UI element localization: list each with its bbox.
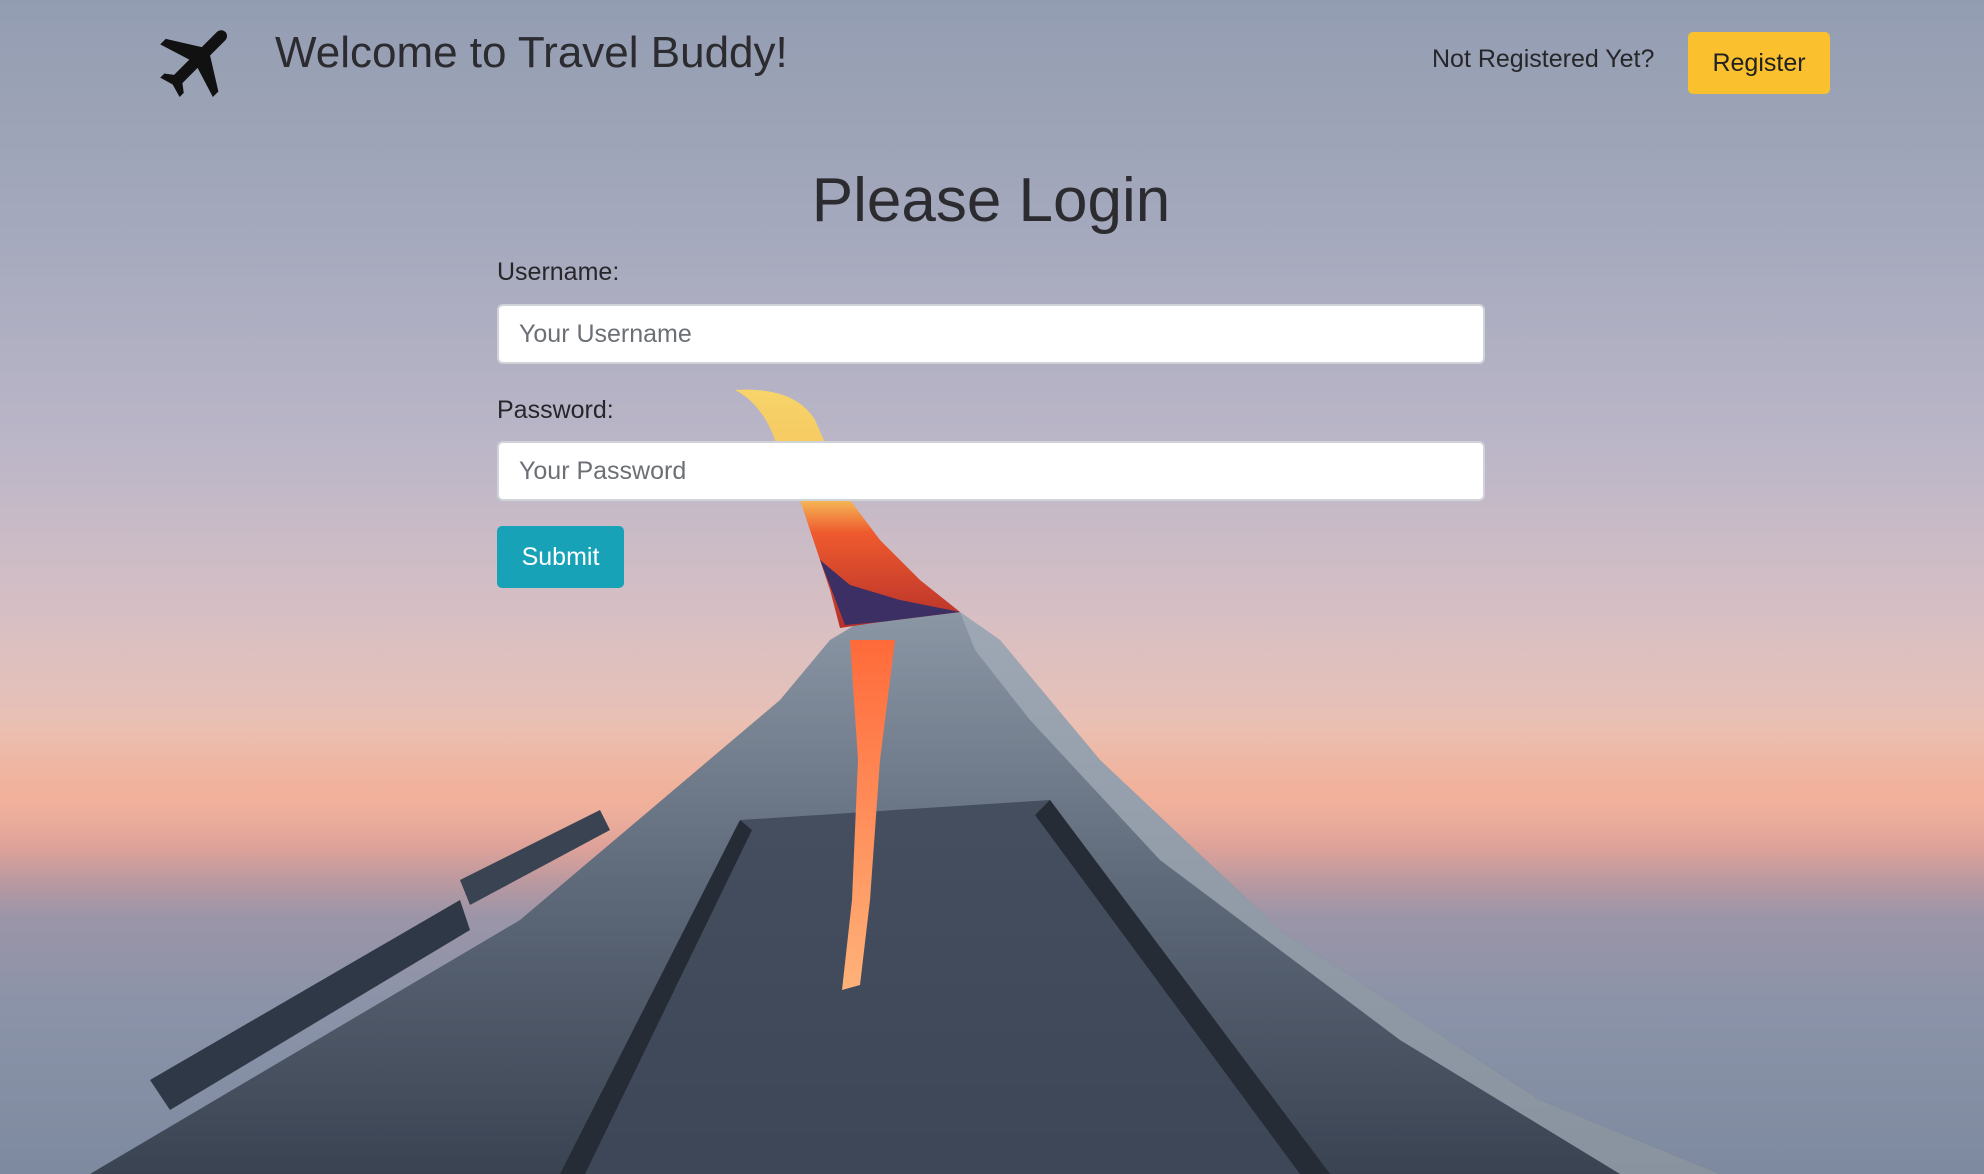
register-button[interactable]: Register <box>1688 32 1830 94</box>
airplane-icon <box>160 30 228 98</box>
login-page: Welcome to Travel Buddy! Not Registered … <box>0 0 1984 1174</box>
username-input[interactable] <box>497 304 1485 364</box>
password-label: Password: <box>497 396 614 424</box>
not-registered-text: Not Registered Yet? <box>1432 45 1655 73</box>
login-title-text: Please Login <box>811 166 1171 235</box>
submit-button[interactable]: Submit <box>497 526 624 588</box>
username-label: Username: <box>497 258 620 286</box>
site-title: Welcome to Travel Buddy! <box>275 28 788 77</box>
site-header: Welcome to Travel Buddy! Not Registered … <box>0 0 1984 120</box>
password-input[interactable] <box>497 441 1485 501</box>
login-title: Please Login <box>0 165 1984 236</box>
